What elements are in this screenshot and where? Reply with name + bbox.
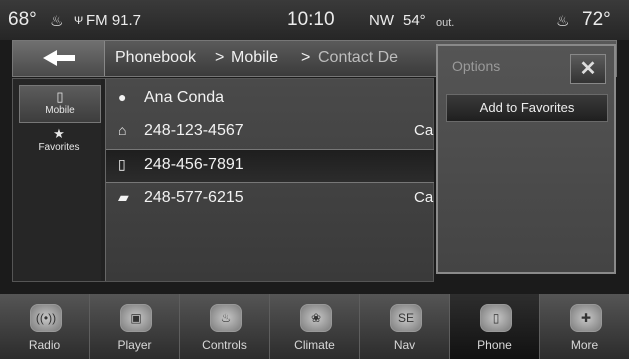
breadcrumb-mobile[interactable]: Mobile [231,49,278,67]
tab-mobile-label: Mobile [45,105,75,116]
call-label: Ca [414,122,434,139]
list-item[interactable]: ⌂ 248-123-4567 Ca [106,116,434,148]
nav-climate-label: Climate [294,338,335,352]
seat-heat-icon[interactable]: ♨ [556,12,569,30]
nav-climate-button[interactable]: ❀ Climate [270,294,360,359]
phone-icon: ▯ [56,89,64,104]
nav-nav-button[interactable]: SE Nav [360,294,450,359]
nav-phone-button[interactable]: ▯ Phone [450,294,540,359]
home-icon: ⌂ [118,122,127,138]
nav-radio-label: Radio [28,338,61,352]
status-bar: 68° ♨ Ψ FM 91.7 10:10 NW 54° out. ♨ 72° [0,0,629,40]
nav-controls-label: Controls [202,338,247,352]
outside-temperature: 54° [403,12,426,29]
nav-controls-button[interactable]: ♨ Controls [180,294,270,359]
list-item[interactable]: ▯ 248-456-7891 [106,149,434,183]
work-icon: ▰ [118,189,129,205]
contact-name: Ana Conda [144,89,225,106]
close-button[interactable]: ✕ [570,54,606,84]
breadcrumb-phonebook[interactable]: Phonebook [115,49,196,67]
passenger-temperature[interactable]: 72° [582,9,611,31]
nav-phone-label: Phone [477,338,512,352]
antenna-icon: Ψ [74,15,84,27]
tab-favorites-label: Favorites [38,142,80,153]
clock: 10:10 [287,9,335,30]
phone-number: 248-577-6215 [144,189,244,206]
phone-icon: ▯ [480,304,512,332]
call-label: Ca [414,189,434,206]
controls-icon: ♨ [210,304,242,332]
compass-direction: NW [369,12,394,29]
list-item[interactable]: ▰ 248-577-6215 Ca [106,183,434,215]
mobile-icon: ▯ [118,156,126,172]
options-title: Options [452,58,501,74]
radio-icon: ((•)) [30,304,62,332]
plus-icon: ✚ [570,304,602,332]
add-to-favorites-button[interactable]: Add to Favorites [446,94,608,122]
breadcrumb-contact-details: Contact De [318,49,399,66]
nav-more-button[interactable]: ✚ More [540,294,629,359]
nav-radio-button[interactable]: ((•)) Radio [0,294,90,359]
options-popup: Options ✕ Add to Favorites [436,44,616,274]
arrow-left-icon [43,50,75,66]
compass-icon: SE [390,304,422,332]
radio-station[interactable]: FM 91.7 [86,12,141,29]
tab-mobile[interactable]: ▯ Mobile [19,85,101,123]
close-icon: ✕ [579,58,597,80]
nav-player-button[interactable]: ▣ Player [90,294,180,359]
nav-player-label: Player [117,338,152,352]
left-tab-column: ▯ Mobile ★ Favorites [13,79,101,281]
contact-name-row: ● Ana Conda [106,83,434,115]
nav-nav-label: Nav [393,338,416,352]
tab-favorites[interactable]: ★ Favorites [19,123,99,159]
phone-number: 248-123-4567 [144,122,244,139]
phone-number: 248-456-7891 [144,156,244,173]
outside-label: out. [436,17,455,29]
star-icon: ★ [53,126,65,141]
person-icon: ● [118,89,127,105]
breadcrumb-separator: > [215,49,225,66]
contact-details-list: ● Ana Conda ⌂ 248-123-4567 Ca ▯ 248-456-… [105,79,434,281]
back-button[interactable] [13,41,105,76]
nav-more-label: More [570,338,599,352]
seat-heat-icon[interactable]: ♨ [50,12,63,30]
breadcrumb-separator: > [301,49,311,66]
bottom-nav: ((•)) Radio ▣ Player ♨ Controls ❀ Climat… [0,294,629,359]
contact-panel: ▯ Mobile ★ Favorites ● Ana Conda ⌂ 248-1… [12,78,434,282]
player-icon: ▣ [120,304,152,332]
climate-icon: ❀ [300,304,332,332]
driver-temperature[interactable]: 68° [8,9,37,31]
